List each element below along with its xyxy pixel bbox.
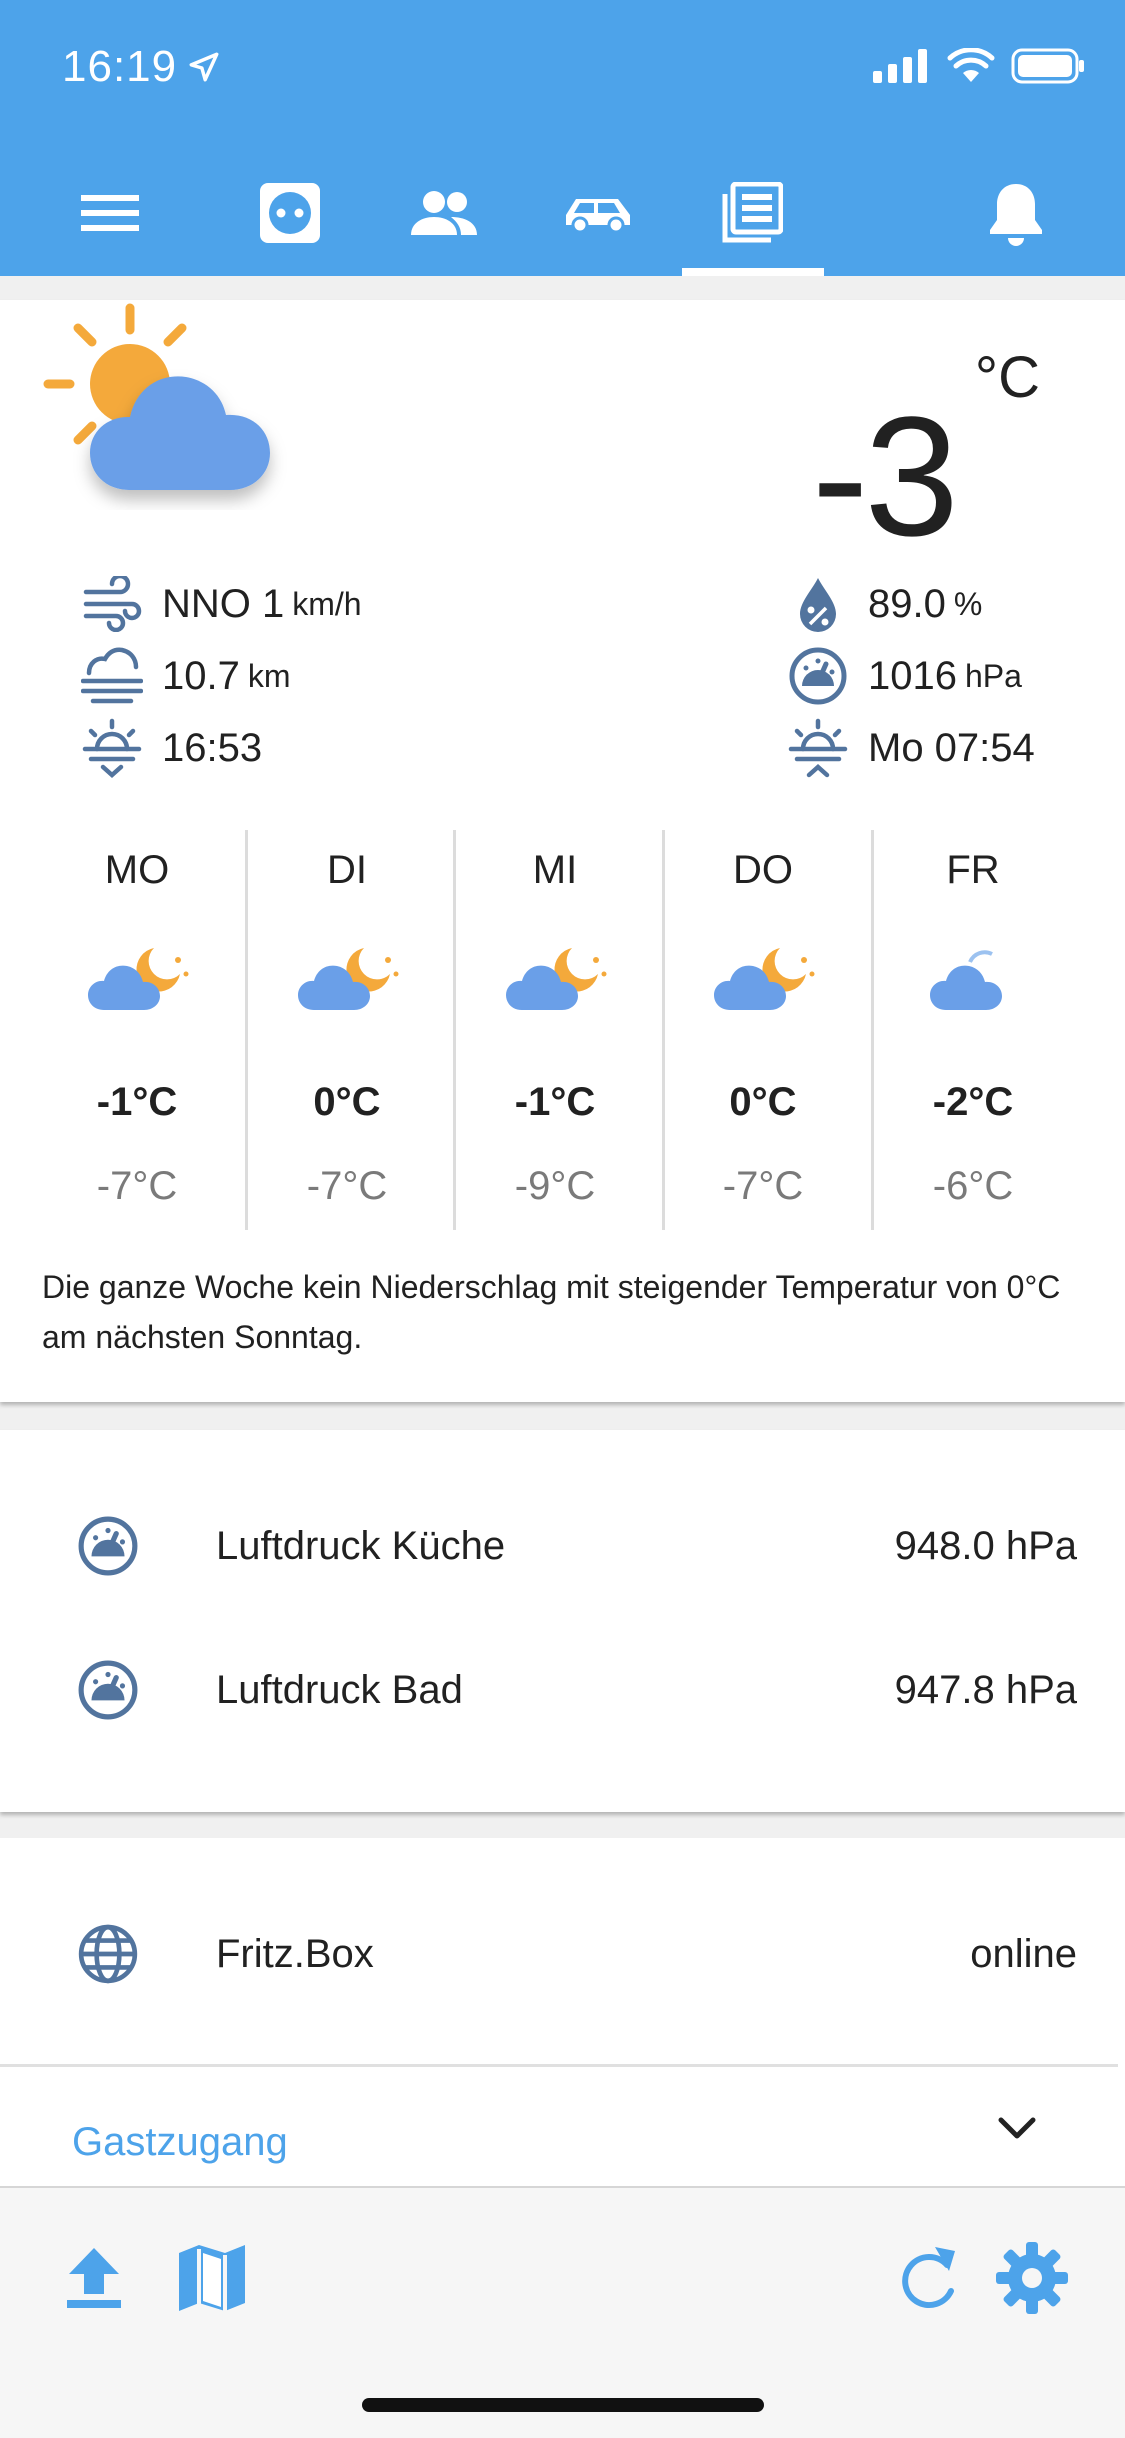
wind-detail: NNO 1 km/h [80,572,362,636]
gauge-icon [76,1514,140,1578]
clock: 16:19 [62,42,178,91]
menu-icon [81,195,139,231]
forecast-high: -1°C [514,1080,596,1124]
battery-icon [1011,48,1084,84]
forecast-day-name: FR [946,848,1000,892]
visibility-detail: 10.7 km [80,644,291,708]
sunrise-icon [786,716,850,780]
people-icon [411,191,477,235]
refresh-button[interactable] [890,2238,970,2318]
map-button[interactable] [172,2238,252,2318]
gauge-icon [786,644,850,708]
forecast-day-name: MO [104,848,170,892]
forecast-low: -7°C [722,1164,804,1208]
sensor-row-kitchen[interactable]: Luftdruck Küche 948.0 hPa [0,1486,1125,1606]
globe-icon [76,1922,140,1986]
forecast-low: -9°C [514,1164,596,1208]
expand-button[interactable] [997,2114,1037,2147]
sensor-label: Luftdruck Küche [216,1523,506,1568]
partly-cloudy-day-icon [43,303,270,490]
network-label: Fritz.Box [216,1931,374,1976]
humidity-detail: 89.0% [786,572,982,636]
forecast-high: 0°C [729,1080,797,1124]
divider [0,2064,1118,2067]
tab-sockets[interactable] [238,150,342,276]
notifications-button[interactable] [964,150,1068,276]
pressure-sensors-card: Luftdruck Küche 948.0 hPa Luftdruck Bad … [0,1430,1125,1812]
forecast-high: -1°C [96,1080,178,1124]
home-indicator[interactable] [362,2398,764,2412]
fog-icon [80,644,144,708]
tab-people[interactable] [392,150,496,276]
status-indicators [873,48,1085,84]
app-header: 16:19 [0,0,1125,276]
sensor-value: 947.8 hPa [894,1667,1077,1712]
wind-icon [80,572,144,636]
forecast-day: MO -1°C -7°C [33,830,241,1230]
sunset-icon [80,716,144,780]
fritzbox-row[interactable]: Fritz.Box online [0,1894,1125,2014]
forecast-day-name: DO [733,848,793,892]
settings-icon [996,2242,1068,2314]
signal-icon [873,49,927,83]
sensor-row-bathroom[interactable]: Luftdruck Bad 947.8 hPa [0,1630,1125,1750]
temperature-unit: °C [974,345,1040,410]
map-icon [179,2245,245,2311]
pressure-detail: 1016 hPa [786,644,1022,708]
cloudy-icon [930,950,1002,1010]
tab-news[interactable] [700,150,804,276]
forecast-day: DI 0°C -7°C [243,830,451,1230]
sensor-value: 948.0 hPa [894,1523,1077,1568]
network-status: online [970,1931,1077,1976]
tab-bar [0,150,1125,276]
partly-cloudy-night-icon [88,948,189,1010]
forecast-day: MI -1°C -9°C [451,830,659,1230]
bell-icon [990,184,1042,246]
status-bar-time: 16:19 [62,42,221,92]
gauge-icon [76,1658,140,1722]
forecast-low: -6°C [932,1164,1014,1208]
active-tab-indicator [682,268,824,276]
wifi-icon [947,48,995,82]
humidity-icon [786,572,850,636]
forecast-high: 0°C [313,1080,381,1124]
tab-car[interactable] [546,150,650,276]
partly-cloudy-night-icon [714,948,815,1010]
car-icon [566,199,630,233]
weather-card[interactable]: °C -3 NNO 1 km/h 10.7 km 16:53 89.0 % 10… [0,300,1125,1402]
forecast-day-name: DI [327,848,367,892]
sunrise-detail: Mo 07:54 [786,716,1035,780]
forecast-strip: MO -1°C -7°C DI 0°C -7°C MI -1°C -9°C DO… [0,830,1125,1230]
guest-access-link[interactable]: Gastzugang [72,2120,288,2165]
partly-cloudy-night-icon [298,948,399,1010]
forecast-day: DO 0°C -7°C [659,830,867,1230]
newspaper-icon [722,182,783,243]
network-card: Fritz.Box online Gastzugang [0,1838,1125,2238]
upload-icon [67,2248,121,2308]
menu-button[interactable] [58,150,162,276]
forecast-day: FR -2°C -6°C [869,830,1077,1230]
chevron-down-icon [998,2117,1036,2139]
settings-button[interactable] [992,2238,1072,2318]
partly-cloudy-night-icon [506,948,607,1010]
weather-summary: Die ganze Woche kein Niederschlag mit st… [42,1269,1061,1355]
socket-icon [260,183,320,243]
upload-button[interactable] [54,2238,134,2318]
sensor-label: Luftdruck Bad [216,1667,463,1712]
forecast-low: -7°C [96,1164,178,1208]
forecast-high: -2°C [932,1080,1014,1124]
refresh-icon [902,2247,955,2309]
forecast-low: -7°C [306,1164,388,1208]
location-arrow-icon [189,52,219,82]
current-temperature: -3 [811,382,959,572]
sunset-detail: 16:53 [80,716,262,780]
forecast-day-name: MI [532,848,578,892]
